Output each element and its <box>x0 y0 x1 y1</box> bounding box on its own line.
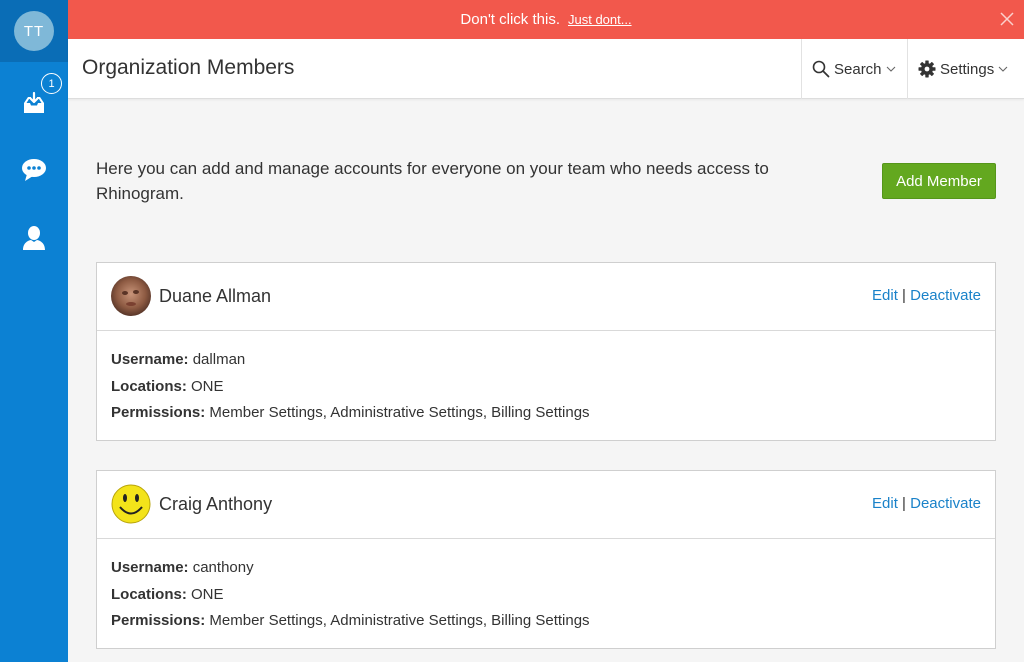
member-card: Craig Anthony Edit | Deactivate Username… <box>96 470 996 649</box>
locations-label: Locations: <box>111 585 187 603</box>
deactivate-link[interactable]: Deactivate <box>910 287 981 304</box>
permissions-value: Member Settings, Administrative Settings… <box>209 612 590 629</box>
locations-row: Locations: ONE <box>111 374 981 401</box>
permissions-value: Member Settings, Administrative Settings… <box>209 404 590 421</box>
permissions-label: Permissions: <box>111 404 206 421</box>
deactivate-link[interactable]: Deactivate <box>910 495 981 512</box>
edit-link[interactable]: Edit <box>872 495 898 512</box>
edit-link[interactable]: Edit <box>872 287 898 304</box>
inbox-count-badge: 1 <box>41 73 62 94</box>
member-card-header: Duane Allman Edit | Deactivate <box>97 263 995 331</box>
user-icon <box>23 226 45 250</box>
actions-separator: | <box>902 495 906 512</box>
member-details: Username: canthony Locations: ONE Permis… <box>97 539 995 635</box>
member-name: Duane Allman <box>159 286 272 306</box>
username-row: Username: canthony <box>111 555 981 582</box>
username-row: Username: dallman <box>111 347 981 374</box>
inbox-icon <box>24 91 44 113</box>
settings-label: Settings <box>940 60 995 78</box>
permissions-row: Permissions: Member Settings, Administra… <box>111 608 981 635</box>
banner-link[interactable]: Just dont... <box>568 12 632 27</box>
locations-value: ONE <box>191 377 224 395</box>
member-details: Username: dallman Locations: ONE Permiss… <box>97 331 995 427</box>
add-member-button[interactable]: Add Member <box>882 163 996 199</box>
chevron-down-icon <box>998 66 1008 72</box>
member-card: Duane Allman Edit | Deactivate Username:… <box>96 262 996 441</box>
member-actions: Edit | Deactivate <box>872 287 981 304</box>
avatar[interactable]: TT <box>14 11 54 51</box>
locations-value: ONE <box>191 585 224 603</box>
intro-text: Here you can add and manage accounts for… <box>96 159 769 203</box>
smiley-icon <box>111 484 151 524</box>
member-actions: Edit | Deactivate <box>872 495 981 512</box>
gear-icon <box>918 60 936 78</box>
search-button[interactable]: Search <box>801 39 907 99</box>
username-label: Username: <box>111 351 189 368</box>
username-value: canthony <box>192 559 254 576</box>
sidebar-item-contacts[interactable] <box>0 218 68 258</box>
member-card-header: Craig Anthony Edit | Deactivate <box>97 471 995 539</box>
actions-separator: | <box>902 287 906 304</box>
user-avatar-area: TT <box>0 0 68 62</box>
permissions-row: Permissions: Member Settings, Administra… <box>111 400 981 427</box>
locations-row: Locations: ONE <box>111 582 981 609</box>
close-icon[interactable] <box>998 10 1016 28</box>
member-avatar-photo <box>111 276 151 316</box>
alert-banner: Don't click this. Just dont... <box>68 0 1024 39</box>
chevron-down-icon <box>886 66 895 72</box>
username-label: Username: <box>111 559 189 576</box>
page-title: Organization Members <box>82 56 295 79</box>
username-value: dallman <box>192 351 246 368</box>
chat-icon <box>22 159 46 181</box>
settings-button[interactable]: Settings <box>907 39 1024 99</box>
search-icon <box>812 60 830 78</box>
permissions-label: Permissions: <box>111 612 206 629</box>
sidebar-item-messages[interactable] <box>0 150 68 190</box>
search-label: Search <box>834 60 882 78</box>
locations-label: Locations: <box>111 377 187 395</box>
sidebar-item-inbox[interactable]: 1 <box>0 73 68 123</box>
page-header: Organization Members Search Settings <box>68 39 1024 99</box>
sidebar: TT 1 <box>0 0 68 662</box>
member-name: Craig Anthony <box>159 494 273 514</box>
banner-message: Don't click this. <box>460 11 560 28</box>
